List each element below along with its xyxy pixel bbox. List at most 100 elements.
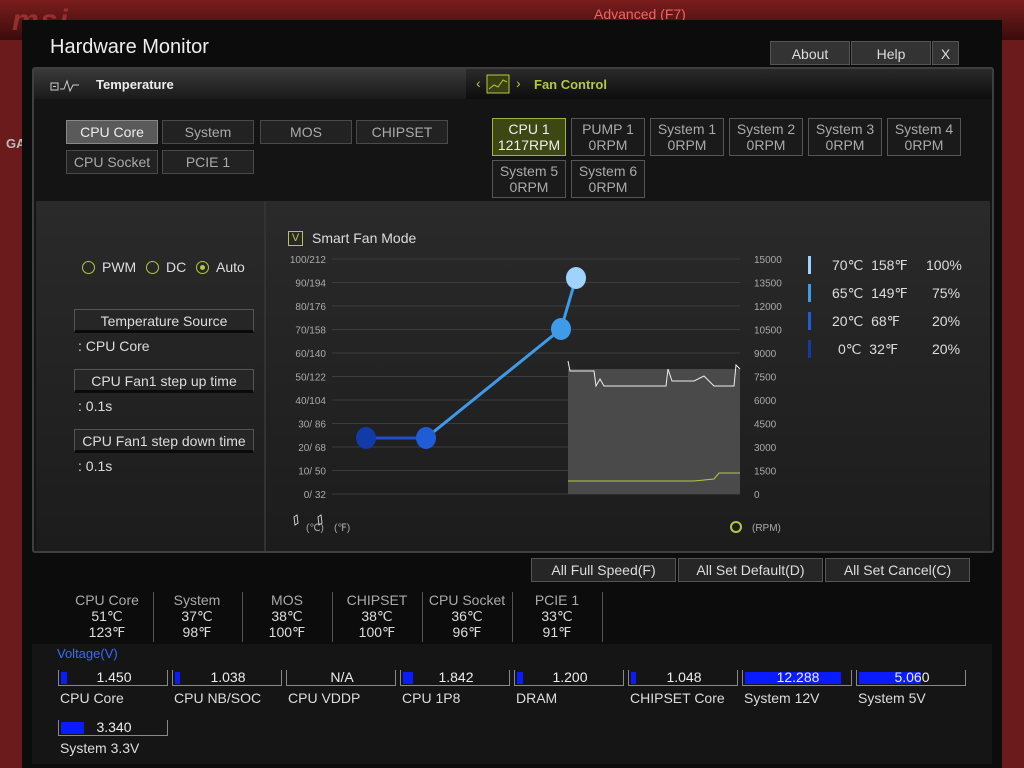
dc-label: DC (166, 259, 187, 275)
fan-system-2[interactable]: System 2 0RPM (729, 118, 803, 156)
temp-name: CPU Socket (428, 592, 506, 608)
y-left-unit-c: (℃) (306, 523, 324, 534)
curve-point[interactable] (356, 427, 376, 449)
fan-rpm: 0RPM (904, 137, 944, 153)
fan-rpm: 1217RPM (497, 137, 561, 153)
voltage-gauge: 1.048 (628, 670, 738, 686)
fan-system-3[interactable]: System 3 0RPM (808, 118, 882, 156)
close-button[interactable]: X (932, 41, 959, 65)
fan-rpm: 0RPM (509, 179, 549, 195)
fan-curve-chart[interactable]: 100/212 1500090/194 1350080/176 1200070/158… (274, 251, 794, 541)
temp-name: CHIPSET (346, 592, 408, 608)
voltage-name: CPU Core (60, 690, 124, 706)
temp-fahrenheit: 123℉ (88, 624, 126, 640)
temp-celsius: 37℃ (181, 608, 213, 624)
y-left-tick-label: 30/ 86 (298, 420, 326, 431)
fan-name: PUMP 1 (582, 121, 634, 137)
legend-percent-3: 20% (932, 313, 961, 329)
voltage-value: 12.288 (776, 669, 820, 685)
legend-percent-1: 100% (926, 257, 962, 273)
dc-radio[interactable] (146, 261, 159, 274)
temp-source-cpu-socket[interactable]: CPU Socket (66, 150, 158, 174)
fan-system-5[interactable]: System 5 0RPM (492, 160, 566, 198)
fan-rpm: 0RPM (825, 137, 865, 153)
curve-point[interactable] (566, 267, 586, 289)
all-set-cancel-button[interactable]: All Set Cancel(C) (825, 558, 970, 582)
auto-label: Auto (216, 259, 245, 275)
temp-source-mos[interactable]: MOS (260, 120, 352, 144)
legend-swatch-4 (808, 340, 811, 358)
voltage-gauge: 5.060 (856, 670, 966, 686)
fan-pump-1[interactable]: PUMP 1 0RPM (571, 118, 645, 156)
step-up-time-button[interactable]: CPU Fan1 step up time (74, 369, 254, 393)
smart-fan-checkbox[interactable]: V (288, 231, 303, 246)
y-left-tick-label: 0/ 32 (304, 490, 327, 501)
voltage-gauge: 12.288 (742, 670, 852, 686)
voltage-value: 1.038 (210, 669, 246, 685)
y-left-tick-label: 100/212 (290, 255, 327, 266)
temp-readout-cpu-core: CPU Core 51℃ 123℉ (63, 592, 151, 640)
curve-point[interactable] (551, 318, 571, 340)
voltage-name: System 5V (858, 690, 926, 706)
fan-name: System 1 (657, 121, 717, 137)
step-down-time-button[interactable]: CPU Fan1 step down time (74, 429, 254, 453)
all-full-speed-button[interactable]: All Full Speed(F) (531, 558, 676, 582)
legend-row-3: 20℃ 68℉ (832, 313, 900, 330)
voltage-value: 1.842 (438, 669, 474, 685)
y-left-tick-label: 70/158 (295, 326, 326, 337)
legend-fahrenheit: 32℉ (869, 341, 899, 357)
legend-fahrenheit: 149℉ (871, 285, 908, 301)
legend-celsius: 0℃ (838, 341, 862, 357)
temp-name: PCIE 1 (534, 592, 580, 608)
legend-row-1: 70℃ 158℉ (832, 257, 908, 274)
temp-celsius: 38℃ (361, 608, 393, 624)
fan-cpu-1[interactable]: CPU 1 1217RPM (492, 118, 566, 156)
step-up-time-value: : 0.1s (78, 398, 113, 414)
temp-source-chipset[interactable]: CHIPSET (356, 120, 448, 144)
temp-source-pcie-1[interactable]: PCIE 1 (162, 150, 254, 174)
fan-name: System 3 (815, 121, 875, 137)
smart-fan-label: Smart Fan Mode (312, 230, 417, 246)
tab-temperature[interactable]: Temperature (34, 69, 466, 99)
legend-percent-2: 75% (932, 285, 961, 301)
temp-celsius: 38℃ (271, 608, 303, 624)
y-right-tick-label: 13500 (754, 279, 782, 290)
pwm-radio[interactable] (82, 261, 95, 274)
tab-fan-control[interactable]: ‹ › Fan Control (466, 69, 992, 99)
auto-radio[interactable] (196, 261, 209, 274)
y-left-tick-label: 60/140 (295, 349, 326, 360)
legend-row-2: 65℃ 149℉ (832, 285, 908, 302)
y-left-tick-label: 10/ 50 (298, 467, 326, 478)
tab-fan-control-label: Fan Control (534, 77, 607, 92)
fan-system-6[interactable]: System 6 0RPM (571, 160, 645, 198)
voltage-value: 3.340 (96, 719, 132, 735)
voltage-gauge: 1.200 (514, 670, 624, 686)
temp-fahrenheit: 98℉ (182, 624, 212, 640)
about-button[interactable]: About (770, 41, 850, 65)
fan-rpm: 0RPM (746, 137, 786, 153)
temp-source-system[interactable]: System (162, 120, 254, 144)
fan-system-4[interactable]: System 4 0RPM (887, 118, 961, 156)
curve-point[interactable] (416, 427, 436, 449)
y-right-tick-label: 6000 (754, 396, 777, 407)
help-button[interactable]: Help (851, 41, 931, 65)
all-set-default-button[interactable]: All Set Default(D) (678, 558, 823, 582)
fan-name: CPU 1 (508, 121, 550, 137)
temp-readout-cpu-socket: CPU Socket 36℃ 96℉ (423, 592, 511, 640)
temp-source-cpu-core[interactable]: CPU Core (66, 120, 158, 144)
temp-name: CPU Core (75, 592, 139, 608)
voltage-value: 1.200 (552, 669, 588, 685)
legend-swatch-1 (808, 256, 811, 274)
y-right-tick-label: 1500 (754, 467, 777, 478)
temperature-source-button[interactable]: Temperature Source (74, 309, 254, 333)
y-right-tick-label: 3000 (754, 443, 777, 454)
window-title: Hardware Monitor (50, 36, 209, 58)
temp-fahrenheit: 96℉ (452, 624, 482, 640)
chevron-right-icon[interactable]: › (516, 75, 521, 91)
rpm-history-area (568, 369, 740, 494)
monitor-panel: Temperature ‹ › Fan Control CPU Core Sys… (32, 67, 994, 553)
chevron-left-icon[interactable]: ‹ (476, 75, 481, 91)
fan-system-1[interactable]: System 1 0RPM (650, 118, 724, 156)
temp-fahrenheit: 100℉ (358, 624, 396, 640)
y-left-tick-label: 20/ 68 (298, 443, 326, 454)
